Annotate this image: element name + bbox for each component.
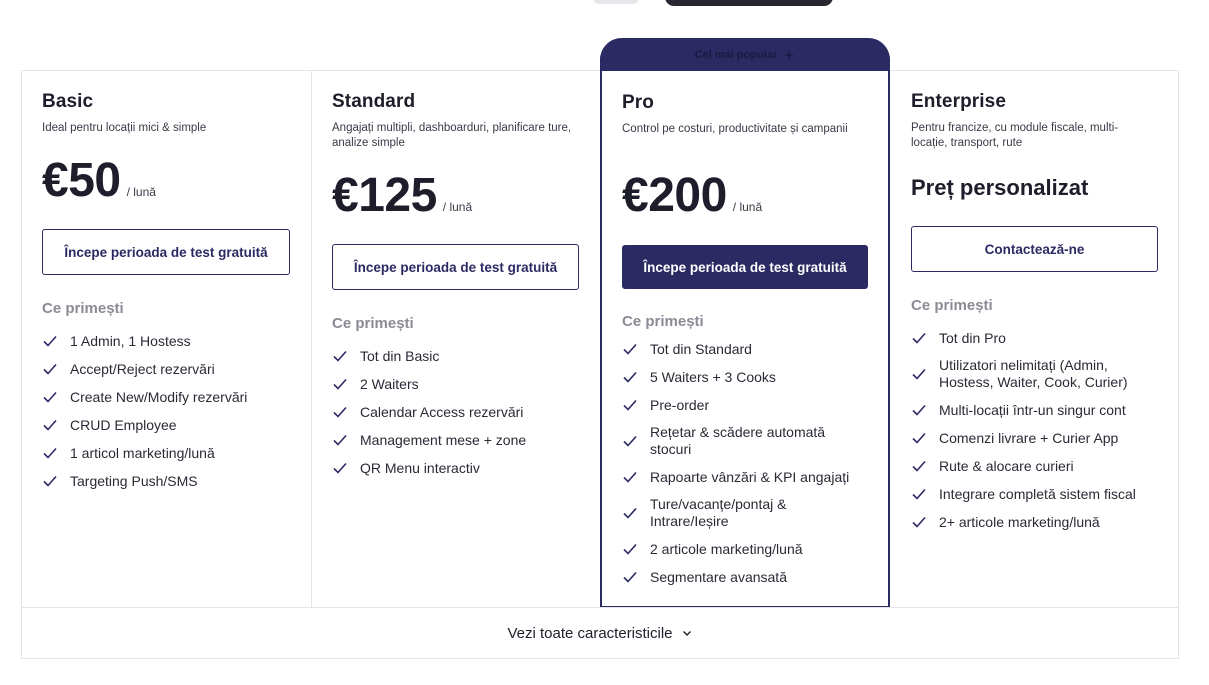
check-icon [623, 371, 637, 383]
check-icon [912, 332, 926, 344]
feature-list: Tot din Basic 2 Waiters Calendar Access … [332, 342, 582, 482]
check-icon [912, 460, 926, 472]
check-icon [623, 543, 637, 555]
check-icon [912, 368, 926, 380]
feature-item: Calendar Access rezervări [332, 398, 582, 426]
plan-name: Basic [42, 91, 94, 112]
feature-item: 1 Admin, 1 Hostess [42, 327, 292, 355]
features-title: Ce primești [42, 300, 124, 317]
plan-name: Pro [622, 92, 654, 113]
feature-item: Tot din Standard [622, 335, 862, 363]
check-icon [623, 507, 637, 519]
feature-item: Create New/Modify rezervări [42, 383, 292, 411]
feature-item: QR Menu interactiv [332, 454, 582, 482]
feature-item: Ture/vacanțe/pontaj & Intrare/Ieșire [622, 491, 862, 535]
check-icon [912, 488, 926, 500]
feature-list: Tot din Pro Utilizatori nelimitați (Admi… [911, 324, 1163, 536]
feature-item: Rețetar & scădere automată stocuri [622, 419, 862, 463]
check-icon [43, 363, 57, 375]
plan-enterprise: Enterprise Pentru francize, cu module fi… [890, 71, 1179, 608]
check-icon [333, 462, 347, 474]
check-icon [43, 475, 57, 487]
feature-item: Multi-locații într-un singur cont [911, 396, 1163, 424]
feature-item: Tot din Pro [911, 324, 1163, 352]
feature-item: 2+ articole marketing/lună [911, 508, 1163, 536]
feature-item: Comenzi livrare + Curier App [911, 424, 1163, 452]
contact-button[interactable]: Contactează-ne [911, 226, 1158, 272]
feature-item: 1 articol marketing/lună [42, 439, 292, 467]
price-row: €125 / lună [332, 168, 472, 223]
billing-toggle-yearly[interactable] [665, 0, 833, 6]
chevron-down-icon [682, 631, 691, 636]
feature-item: Targeting Push/SMS [42, 467, 292, 495]
price-row: €50 / lună [42, 153, 156, 208]
price-row: €200 / lună [622, 168, 762, 223]
features-title: Ce primești [911, 297, 993, 314]
feature-item: Utilizatori nelimitați (Admin, Hostess, … [911, 352, 1163, 396]
feature-list: 1 Admin, 1 Hostess Accept/Reject rezervă… [42, 327, 292, 495]
plan-price: €50 [42, 154, 121, 207]
feature-item: 5 Waiters + 3 Cooks [622, 363, 862, 391]
check-icon [333, 406, 347, 418]
price-period: / lună [442, 200, 473, 214]
check-icon [912, 432, 926, 444]
price-period: / lună [126, 185, 156, 199]
check-icon [912, 516, 926, 528]
check-icon [623, 435, 637, 447]
feature-item: Tot din Basic [332, 342, 582, 370]
feature-item: Rapoarte vânzări & KPI angajați [622, 463, 862, 491]
plan-price: Preț personalizat [911, 175, 1089, 200]
see-all-features-button[interactable]: Vezi toate caracteristicile [21, 607, 1179, 659]
plan-description: Ideal pentru locații mici & simple [42, 122, 207, 134]
see-all-features-label: Vezi toate caracteristicile [507, 624, 673, 642]
check-icon [333, 434, 347, 446]
sparkle-icon [783, 49, 795, 60]
plan-name: Standard [332, 91, 416, 112]
check-icon [623, 571, 637, 583]
start-trial-button[interactable]: Începe perioada de test gratuită [332, 244, 579, 290]
plan-price: €125 [332, 169, 437, 222]
feature-item: 2 articole marketing/lună [622, 535, 862, 563]
plan-description: Pentru francize, cu module fiscale, mult… [911, 122, 1119, 149]
check-icon [623, 471, 637, 483]
feature-item: Pre-order [622, 391, 862, 419]
check-icon [623, 399, 637, 411]
popular-badge-label: Cel mai popular [694, 48, 778, 61]
plan-price: €200 [622, 169, 727, 222]
feature-item: Management mese + zone [332, 426, 582, 454]
billing-toggle-monthly[interactable] [592, 0, 640, 4]
feature-item: Segmentare avansată [622, 563, 862, 591]
features-title: Ce primești [622, 313, 704, 330]
check-icon [43, 335, 57, 347]
price-period: / lună [732, 200, 763, 214]
plan-standard: Standard Angajați multipli, dashboarduri… [312, 71, 601, 608]
start-trial-button[interactable]: Începe perioada de test gratuită [622, 245, 868, 289]
feature-item: CRUD Employee [42, 411, 292, 439]
check-icon [43, 447, 57, 459]
plan-description: Control pe costuri, productivitate și ca… [622, 123, 848, 135]
feature-item: Integrare completă sistem fiscal [911, 480, 1163, 508]
check-icon [623, 343, 637, 355]
feature-item: Rute & alocare curieri [911, 452, 1163, 480]
check-icon [43, 391, 57, 403]
check-icon [43, 419, 57, 431]
popular-badge: Cel mai popular [600, 38, 890, 71]
feature-list: Tot din Standard 5 Waiters + 3 Cooks Pre… [622, 335, 862, 591]
start-trial-button[interactable]: Începe perioada de test gratuită [42, 229, 290, 275]
plan-basic: Basic Ideal pentru locații mici & simple… [22, 71, 312, 608]
plan-pro: Cel mai popular Pro Control pe costuri, … [600, 38, 890, 608]
check-icon [333, 350, 347, 362]
feature-item: 2 Waiters [332, 370, 582, 398]
check-icon [912, 404, 926, 416]
plan-name: Enterprise [911, 91, 1006, 112]
check-icon [333, 378, 347, 390]
plan-description: Angajați multipli, dashboarduri, planifi… [332, 122, 572, 149]
feature-item: Accept/Reject rezervări [42, 355, 292, 383]
features-title: Ce primești [332, 315, 414, 332]
